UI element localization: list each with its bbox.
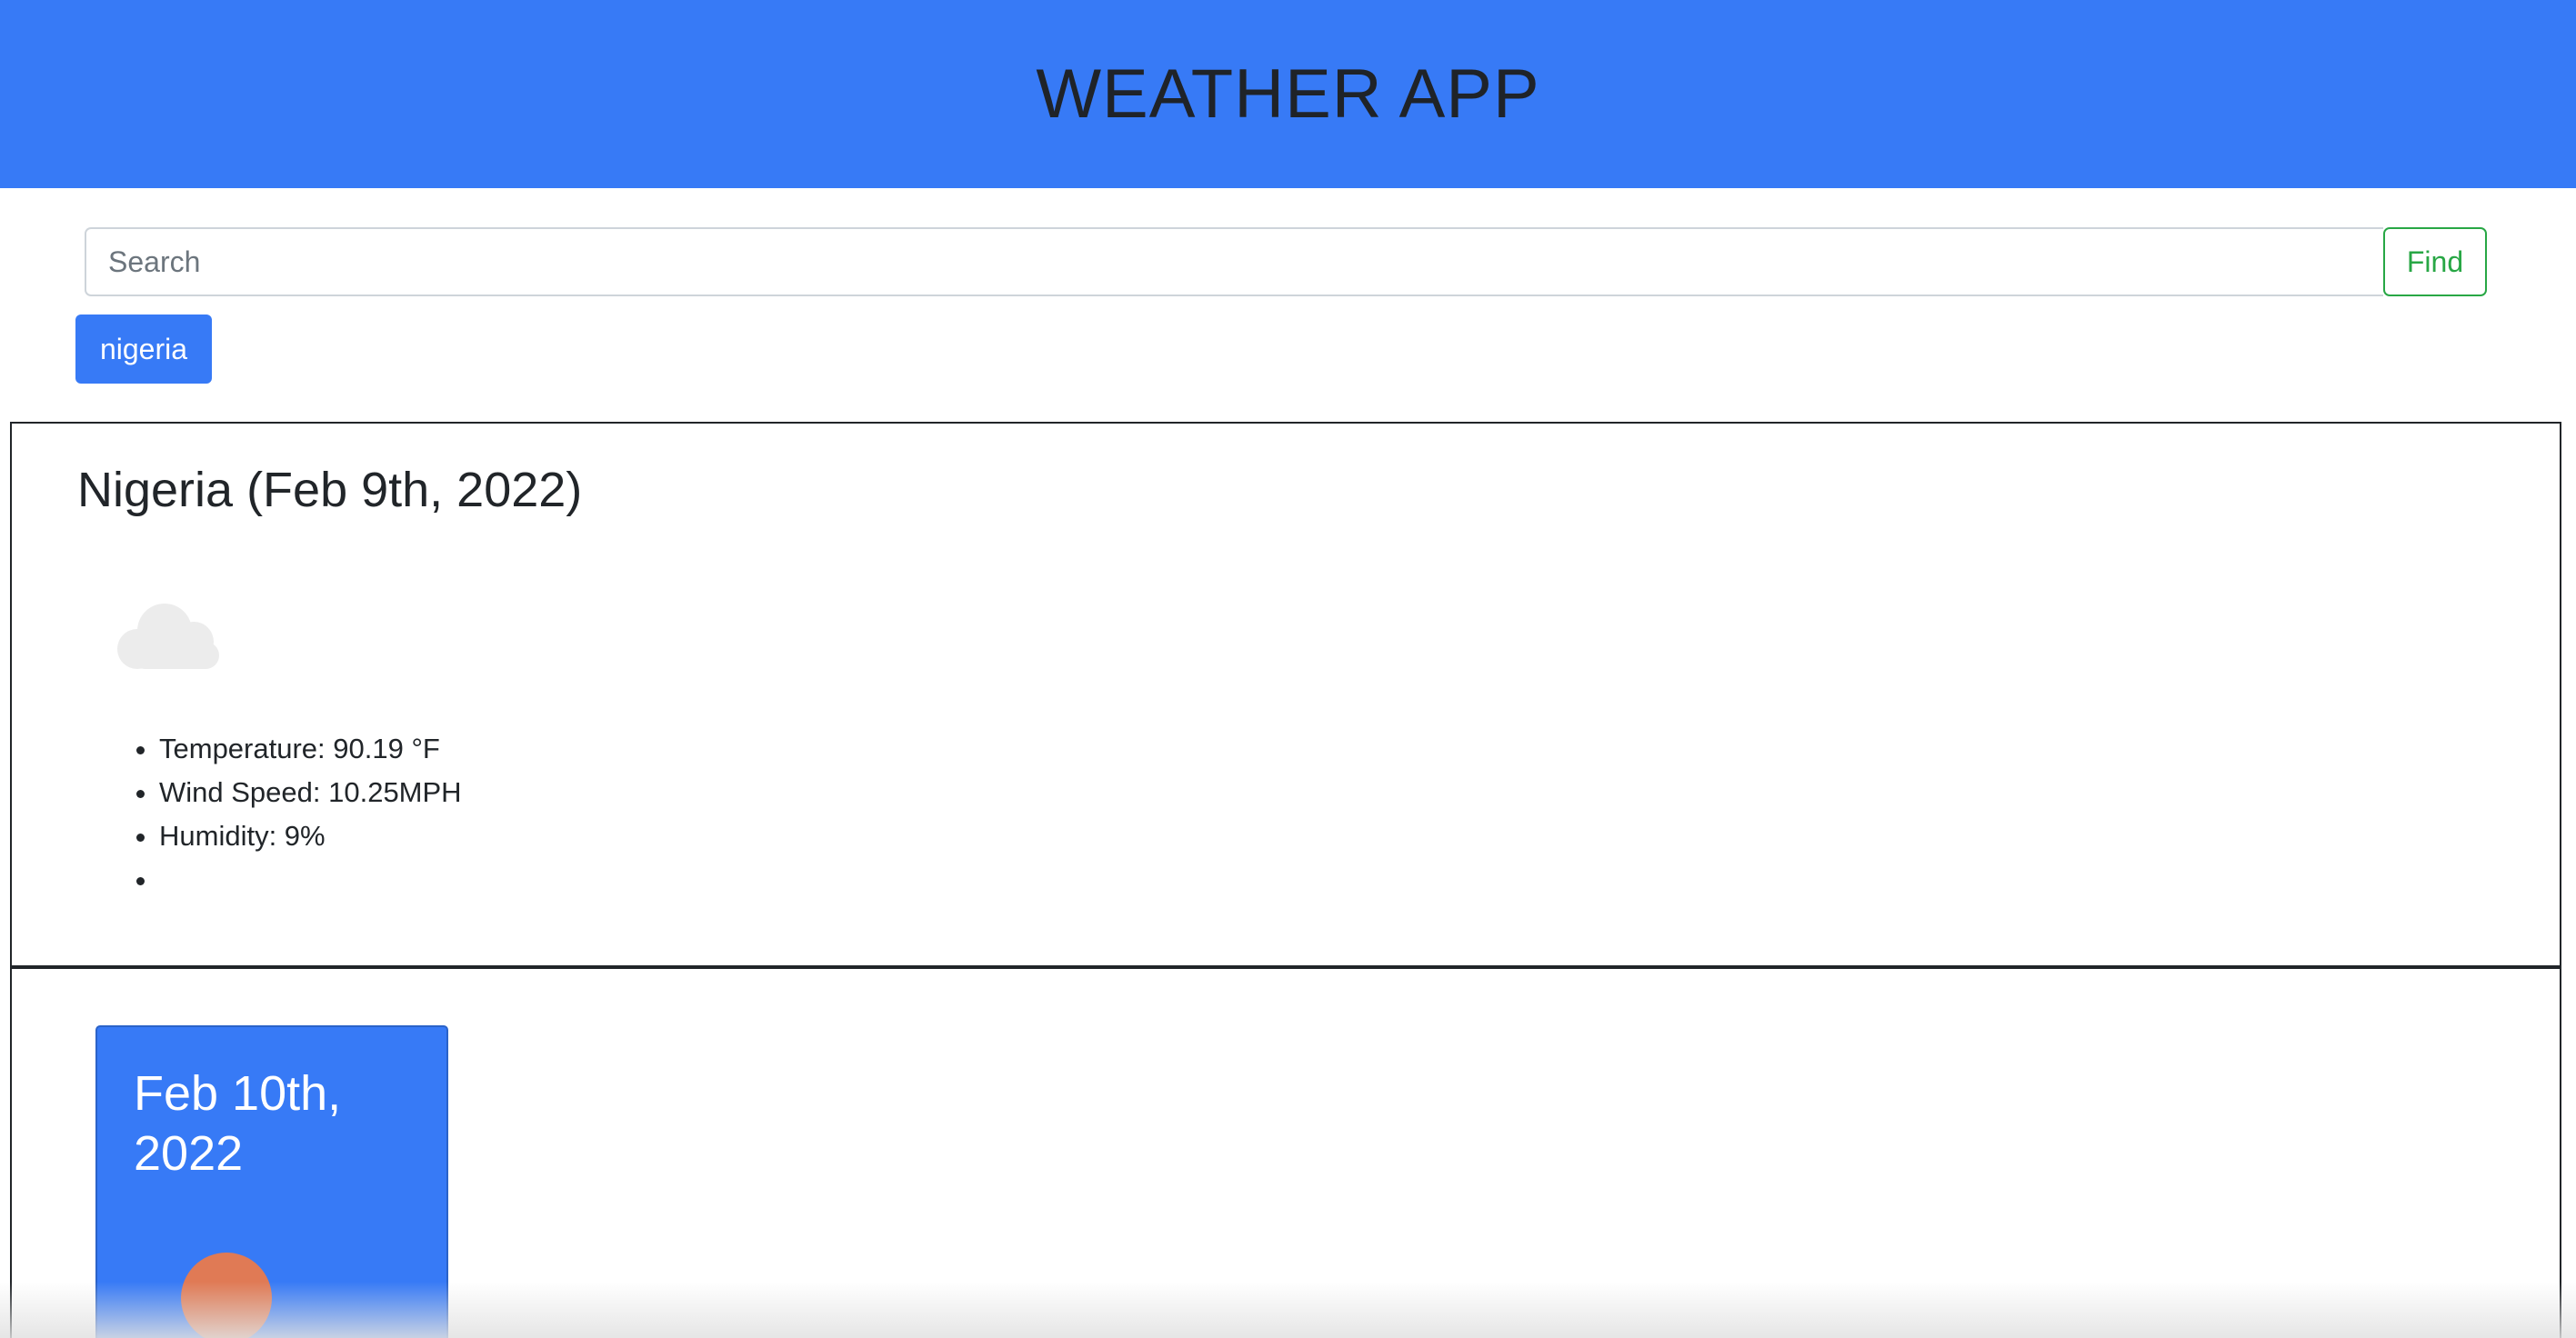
weather-stats-list: Temperature: 90.19 °F Wind Speed: 10.25M… [77, 727, 462, 902]
search-history-button-nigeria[interactable]: nigeria [75, 315, 212, 384]
current-weather-title: Nigeria (Feb 9th, 2022) [77, 463, 583, 517]
find-button[interactable]: Find [2383, 227, 2487, 296]
current-weather-card: Nigeria (Feb 9th, 2022) Temperature: 90.… [10, 422, 2561, 967]
app-title: WEATHER APP [1036, 55, 1540, 133]
search-input[interactable] [85, 227, 2383, 296]
temperature-stat: Temperature: 90.19 °F [159, 727, 462, 771]
wind-speed-stat: Wind Speed: 10.25MPH [159, 771, 462, 814]
humidity-stat: Humidity: 9% [159, 814, 462, 858]
sun-icon [181, 1253, 272, 1338]
weather-app-page: WEATHER APP Find nigeria Nigeria (Feb 9t… [0, 0, 2576, 1338]
cloud-icon [117, 604, 219, 669]
forecast-card: Feb 10th, 2022 [95, 1025, 448, 1338]
forecast-section: Feb 10th, 2022 [10, 967, 2561, 1338]
search-bar: Find [85, 227, 2487, 296]
forecast-date: Feb 10th, 2022 [134, 1066, 342, 1181]
app-header: WEATHER APP [0, 0, 2576, 188]
empty-stat [159, 858, 462, 902]
